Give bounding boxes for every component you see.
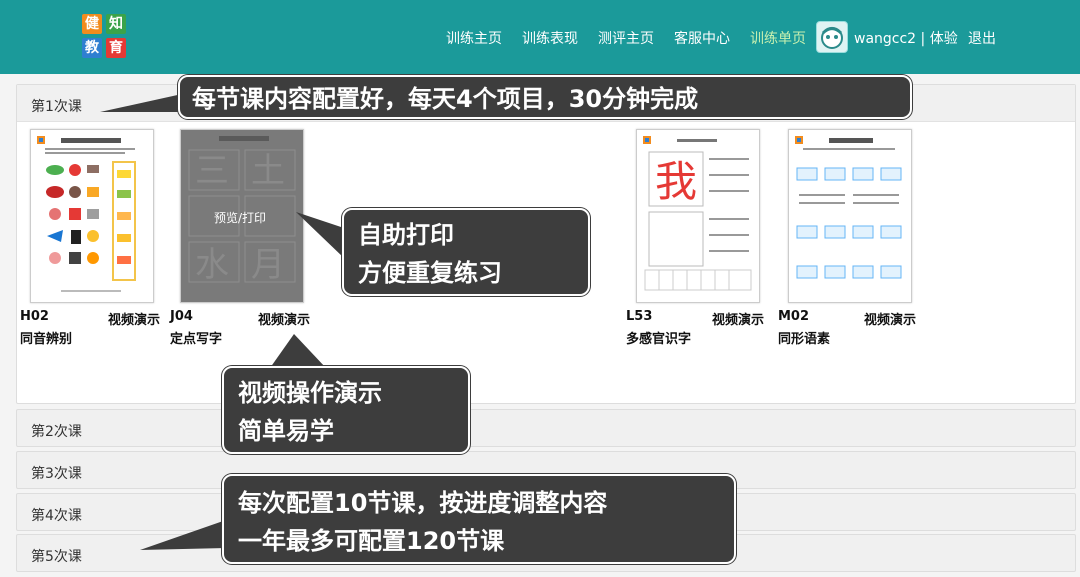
callout-print-line-1: 自助打印 [358,221,454,249]
callout-top-text: 每节课内容配置好，每天4个项目，30分钟完成 [192,85,699,113]
callout-config: 每次配置10节课，按进度调整内容 一年最多可配置120节课 [222,474,736,564]
callout-top: 每节课内容配置好，每天4个项目，30分钟完成 [178,75,912,119]
callout-print: 自助打印 方便重复练习 [342,208,590,296]
callout-video-line-1: 视频操作演示 [238,379,382,407]
callout-top-pointer [100,94,182,112]
callout-config-line-1: 每次配置10节课，按进度调整内容 [238,489,608,517]
callout-config-pointer [140,520,226,550]
callout-video: 视频操作演示 简单易学 [222,366,470,454]
callout-video-line-2: 简单易学 [238,417,334,445]
callout-video-pointer [270,334,326,368]
callout-print-pointer [296,212,344,258]
callout-config-line-2: 一年最多可配置120节课 [238,527,505,555]
callout-print-line-2: 方便重复练习 [358,259,502,287]
